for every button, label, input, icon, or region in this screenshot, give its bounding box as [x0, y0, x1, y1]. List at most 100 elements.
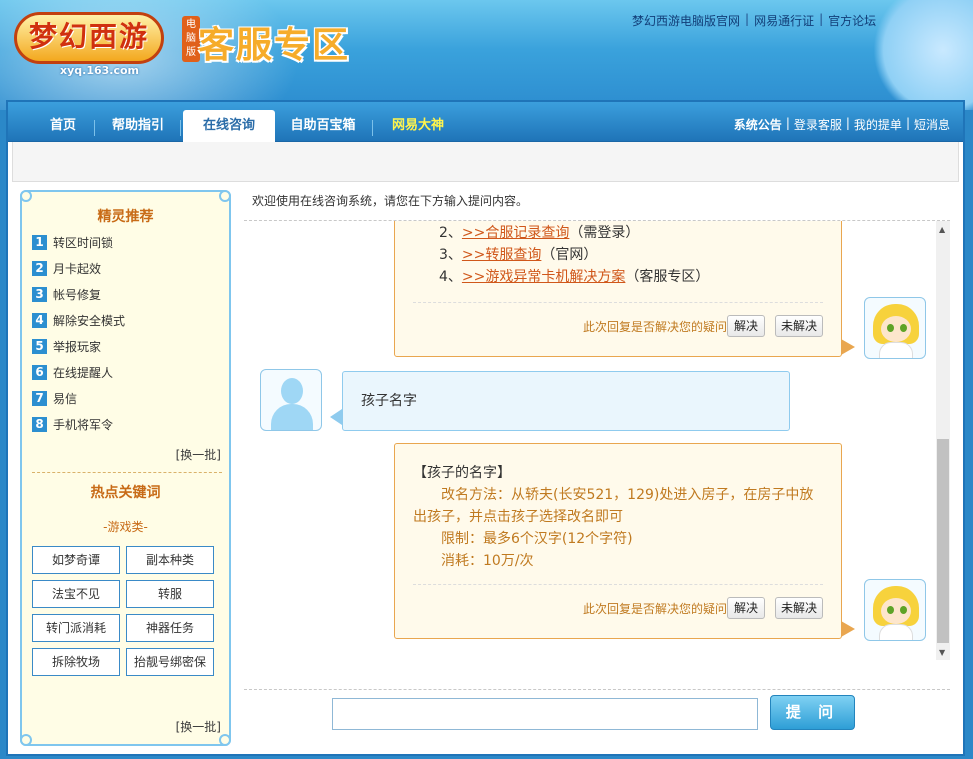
tab-help[interactable]: 帮助指引 — [102, 110, 174, 142]
corner-ornament — [219, 734, 231, 746]
item-number: 2 — [32, 261, 47, 276]
recommend-item[interactable]: 8 手机将军令 — [32, 416, 125, 442]
line-suffix: （需登录） — [569, 225, 640, 241]
system-notice-link[interactable]: 系统公告 — [734, 116, 782, 133]
messages-link[interactable]: 短消息 — [914, 116, 950, 133]
top-links: 梦幻西游电脑版官网 | 网易通行证 | 官方论坛 — [632, 12, 876, 29]
unsolved-button[interactable]: 未解决 — [775, 597, 823, 619]
corner-ornament — [219, 190, 231, 202]
item-number: 7 — [32, 391, 47, 406]
nav-divider — [94, 120, 95, 136]
item-number: 3 — [32, 287, 47, 302]
answer-limit: 限制：最多6个汉字(12个字符) — [441, 531, 633, 547]
keyword-button[interactable]: 转门派消耗 — [32, 614, 120, 642]
answer-cost: 消耗：10万/次 — [441, 553, 534, 569]
recommend-item[interactable]: 2 月卡起效 — [32, 260, 125, 286]
content-frame: 首页 帮助指引 在线咨询 自助百宝箱 网易大神 系统公告 | 登录客服 | 我的… — [6, 100, 965, 756]
tab-netease-dashen[interactable]: 网易大神 — [380, 110, 456, 142]
avatar-eye — [887, 606, 894, 614]
nav-divider — [180, 120, 181, 136]
user-avatar — [260, 369, 322, 431]
item-label: 在线提醒人 — [53, 366, 114, 380]
recommend-list: 1 转区时间锁 2 月卡起效 3 帐号修复 4 解除安全模式 5 举报玩家 6 在线提醒人 … — [32, 234, 125, 442]
avatar-body — [879, 624, 913, 640]
divider — [32, 472, 222, 473]
line-suffix: （客服专区） — [625, 269, 710, 285]
recommend-item[interactable]: 3 帐号修复 — [32, 286, 125, 312]
main-nav: 首页 帮助指引 在线咨询 自助百宝箱 网易大神 系统公告 | 登录客服 | 我的… — [8, 102, 963, 142]
transfer-query-link[interactable]: >>转服查询 — [462, 247, 541, 263]
scroll-up-arrow-icon[interactable]: ▲ — [939, 225, 945, 234]
divider — [413, 302, 823, 303]
line-prefix: 4、 — [439, 269, 462, 285]
item-label: 帐号修复 — [53, 288, 102, 302]
item-number: 1 — [32, 235, 47, 250]
user-message-text: 孩子名字 — [361, 393, 417, 409]
tab-home[interactable]: 首页 — [38, 110, 88, 142]
recommend-item[interactable]: 7 易信 — [32, 390, 125, 416]
bubble-tail — [841, 339, 855, 355]
answer-body-line2: 出孩子，并点击孩子选择改名即可 — [413, 509, 623, 525]
link-separator: | — [819, 12, 824, 26]
item-number: 8 — [32, 417, 47, 432]
line-suffix: （官网） — [541, 247, 598, 263]
unsolved-button[interactable]: 未解决 — [775, 315, 823, 337]
recommend-item[interactable]: 1 转区时间锁 — [32, 234, 125, 260]
sidebar: 精灵推荐 1 转区时间锁 2 月卡起效 3 帐号修复 4 解除安全模式 5 举报玩家 6在… — [20, 190, 231, 746]
my-tickets-link[interactable]: 我的提单 — [854, 116, 902, 133]
line-prefix: 3、 — [439, 247, 462, 263]
recommend-item[interactable]: 4 解除安全模式 — [32, 312, 125, 338]
item-number: 5 — [32, 339, 47, 354]
keyword-button[interactable]: 抬靓号绑密保 — [126, 648, 214, 676]
refresh-keywords-button[interactable]: [换一批] — [176, 718, 221, 735]
link-separator: | — [905, 116, 910, 130]
logo-url: xyq.163.com — [60, 64, 139, 77]
recommend-item[interactable]: 5 举报玩家 — [32, 338, 125, 364]
hot-keywords-title: 热点关键词 — [90, 485, 161, 501]
solved-button[interactable]: 解决 — [727, 315, 765, 337]
bot-message: 2、>>合服记录查询（需登录） 3、>>转服查询（官网） 4、>>游戏异常卡机解… — [394, 221, 842, 357]
solved-button[interactable]: 解决 — [727, 597, 765, 619]
keyword-button[interactable]: 神器任务 — [126, 614, 214, 642]
keyword-button[interactable]: 副本种类 — [126, 546, 214, 574]
item-label: 解除安全模式 — [53, 314, 126, 328]
merge-record-link[interactable]: >>合服记录查询 — [462, 225, 569, 241]
chat-scrollbar[interactable]: ▲ ▼ — [936, 221, 950, 660]
tab-online-consult[interactable]: 在线咨询 — [183, 110, 275, 142]
recommend-item[interactable]: 6 在线提醒人 — [32, 364, 125, 390]
scroll-down-arrow-icon[interactable]: ▼ — [939, 648, 945, 657]
divider — [413, 584, 823, 585]
site-header: 梦幻西游 电脑版 xyq.163.com 客服专区 梦幻西游电脑版官网 | 网易… — [0, 0, 973, 110]
refresh-recommend-button[interactable]: [换一批] — [176, 446, 221, 463]
avatar-eye — [887, 324, 894, 332]
question-input[interactable] — [332, 698, 758, 730]
avatar-body — [879, 342, 913, 358]
ask-button[interactable]: 提 问 — [770, 695, 855, 730]
keyword-button[interactable]: 转服 — [126, 580, 214, 608]
passport-link[interactable]: 网易通行证 — [754, 12, 814, 29]
avatar-eye — [900, 606, 907, 614]
item-number: 6 — [32, 365, 47, 380]
chat-log[interactable]: 2、>>合服记录查询（需登录） 3、>>转服查询（官网） 4、>>游戏异常卡机解… — [244, 220, 950, 660]
login-service-link[interactable]: 登录客服 — [794, 116, 842, 133]
avatar-eye — [900, 324, 907, 332]
freeze-solution-link[interactable]: >>游戏异常卡机解决方案 — [462, 269, 625, 285]
game-logo[interactable]: 梦幻西游 电脑版 xyq.163.com — [14, 8, 200, 77]
scroll-thumb[interactable] — [937, 439, 949, 643]
item-label: 举报玩家 — [53, 340, 102, 354]
fairy-avatar — [864, 579, 926, 641]
recommend-title: 精灵推荐 — [97, 209, 154, 225]
answer-line: 2、>>合服记录查询（需登录） — [439, 222, 639, 244]
keyword-button[interactable]: 拆除牧场 — [32, 648, 120, 676]
item-label: 转区时间锁 — [53, 236, 114, 250]
keyword-button[interactable]: 如梦奇谭 — [32, 546, 120, 574]
item-label: 手机将军令 — [53, 418, 114, 432]
tab-toolbox[interactable]: 自助百宝箱 — [283, 110, 363, 142]
nav-divider — [372, 120, 373, 136]
item-number: 4 — [32, 313, 47, 328]
keyword-button[interactable]: 法宝不见 — [32, 580, 120, 608]
line-prefix: 2、 — [439, 225, 462, 241]
forum-link[interactable]: 官方论坛 — [828, 12, 876, 29]
welcome-text: 欢迎使用在线咨询系统，请您在下方输入提问内容。 — [252, 194, 529, 208]
official-site-link[interactable]: 梦幻西游电脑版官网 — [632, 12, 740, 29]
